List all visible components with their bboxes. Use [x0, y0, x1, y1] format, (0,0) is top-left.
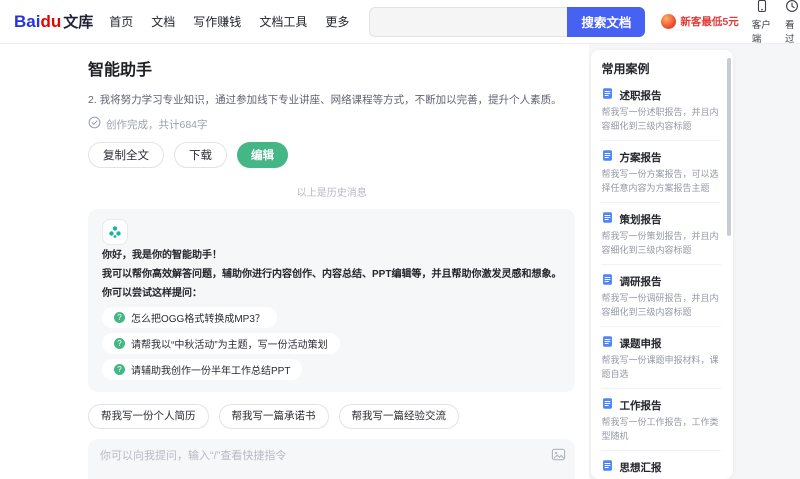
example-prompt[interactable]: ? 请辅助我创作一份半年工作总结PPT	[102, 359, 303, 381]
case-item[interactable]: 策划报告 帮我写一份策划报告，并且内容细化到三级内容标题	[601, 203, 722, 265]
sidebar-scrollbar[interactable]	[727, 58, 732, 236]
case-desc: 帮我写一份策划报告，并且内容细化到三级内容标题	[601, 231, 719, 255]
suggestion-commitment-letter[interactable]: 帮我写一篇承诺书	[218, 404, 329, 430]
doc-icon	[601, 273, 614, 289]
message-input[interactable]	[100, 447, 542, 479]
sidebar-title: 常用案例	[601, 62, 650, 76]
promo-label: 新客最低5元	[680, 16, 739, 28]
case-title: 方案报告	[619, 151, 662, 164]
example-prompt-label: 请帮我以“中秋活动”为主题，写一份活动策划	[131, 340, 328, 352]
history-message: 2. 我将努力学习专业知识，通过参加线下专业讲座、网络课程等方式，不断加以完善，…	[88, 92, 575, 169]
top-nav: Bai du 文库 首页 文档 写作赚钱 文档工具 更多 搜索文档 新客最低5元 客…	[0, 0, 800, 45]
image-upload-icon[interactable]	[551, 447, 566, 462]
suggestion-chips: 帮我写一份个人简历 帮我写一篇承诺书 帮我写一篇经验交流	[88, 404, 575, 430]
case-title: 述职报告	[619, 89, 662, 102]
case-title: 工作报告	[619, 399, 662, 412]
client-label: 客户端	[751, 19, 771, 45]
search-input[interactable]	[369, 6, 568, 37]
example-prompt[interactable]: ? 请帮我以“中秋活动”为主题，写一份活动策划	[102, 333, 340, 355]
doc-icon	[601, 335, 614, 351]
suggestion-resume[interactable]: 帮我写一份个人简历	[88, 404, 209, 430]
nav-item-writing-earn[interactable]: 写作赚钱	[193, 13, 241, 30]
doc-icon	[601, 87, 614, 103]
assistant-panel: 智能助手 2. 我将努力学习专业知识，通过参加线下专业讲座、网络课程等方式，不断…	[0, 44, 590, 479]
question-dot-icon: ?	[114, 312, 125, 324]
assistant-avatar	[102, 219, 128, 246]
nav-item-docs[interactable]: 文档	[151, 13, 175, 30]
main-area: 智能助手 2. 我将努力学习专业知识，通过参加线下专业讲座、网络课程等方式，不断…	[0, 44, 800, 479]
completion-status: 创作完成，共计684字	[88, 116, 575, 132]
completion-status-text: 创作完成，共计684字	[106, 118, 208, 131]
greeting-line-3: 你可以尝试这样提问：	[102, 288, 202, 300]
new-customer-promo[interactable]: 新客最低5元	[661, 14, 739, 29]
logo-wenku: 文库	[63, 14, 94, 31]
case-desc: 帮我写一份述职报告，并且内容细化到三级内容标题	[601, 107, 719, 131]
doc-icon	[601, 459, 614, 475]
case-title: 调研报告	[619, 275, 662, 288]
logo-bai: Bai	[14, 12, 41, 31]
case-desc: 帮我写一份方案报告，可以选择任意内容为方案报告主题	[601, 169, 719, 193]
check-circle-icon	[88, 116, 101, 132]
doc-icon	[601, 211, 614, 227]
history-message-text: 2. 我将努力学习专业知识，通过参加线下专业讲座、网络课程等方式，不断加以完善，…	[88, 94, 562, 106]
common-cases-sidebar: 常用案例 述职报告 帮我写一份述职报告，并且内容细化到三级内容标题 方案报告 帮…	[591, 50, 734, 479]
example-prompt[interactable]: ? 怎么把OGG格式转换成MP3？	[102, 307, 277, 329]
case-item[interactable]: 工作报告 帮我写一份工作报告，工作类型随机	[601, 389, 722, 451]
example-prompt-label: 请辅助我创作一份半年工作总结PPT	[131, 366, 291, 378]
client-entry[interactable]: 客户端	[752, 0, 772, 45]
case-item[interactable]: 方案报告 帮我写一份方案报告，可以选择任意内容为方案报告主题	[601, 141, 722, 203]
nav-item-more[interactable]: 更多	[325, 13, 349, 30]
case-desc: 帮我写一份调研报告，并且内容细化到三级内容标题	[601, 293, 719, 317]
case-item[interactable]: 述职报告 帮我写一份述职报告，并且内容细化到三级内容标题	[601, 79, 722, 141]
copy-full-text-button[interactable]: 复制全文	[88, 142, 164, 169]
case-item[interactable]: 调研报告 帮我写一份调研报告，并且内容细化到三级内容标题	[601, 265, 722, 327]
case-title: 策划报告	[619, 213, 662, 226]
question-dot-icon: ?	[114, 338, 125, 350]
header-right: 新客最低5元 客户端 看过	[661, 0, 800, 45]
edit-button[interactable]: 编辑	[237, 142, 288, 169]
doc-icon	[601, 149, 614, 165]
message-input-box: 0/400	[88, 439, 576, 479]
case-title: 课题申报	[619, 337, 662, 350]
nav-item-doc-tools[interactable]: 文档工具	[259, 13, 307, 30]
viewed-entry[interactable]: 看过	[785, 0, 799, 45]
viewed-label: 看过	[785, 19, 795, 45]
case-title: 思想汇报	[619, 461, 662, 474]
case-desc: 帮我写一份课题申报材料，课题自选	[601, 355, 719, 379]
logo-du: du	[40, 12, 62, 31]
greeting-line-2: 我可以帮你高效解答问题，辅助你进行内容创作、内容总结、PPT编辑等，并且帮助你激…	[102, 269, 562, 281]
message-actions: 复制全文 下载 编辑	[88, 142, 575, 169]
nav-item-home[interactable]: 首页	[109, 13, 133, 30]
doc-icon	[601, 397, 614, 413]
phone-icon	[755, 0, 769, 16]
question-dot-icon: ?	[114, 364, 125, 376]
greeting-line-1: 你好，我是你的智能助手！	[102, 250, 222, 262]
search-button[interactable]: 搜索文档	[567, 6, 646, 37]
assistant-greeting-card: 你好，我是你的智能助手！ 我可以帮你高效解答问题，辅助你进行内容创作、内容总结、…	[88, 209, 576, 393]
suggestion-experience-exchange[interactable]: 帮我写一篇经验交流	[338, 404, 459, 430]
main-nav: 首页 文档 写作赚钱 文档工具 更多	[109, 13, 349, 30]
promo-mascot-icon	[661, 14, 677, 29]
search-bar: 搜索文档	[369, 6, 646, 37]
example-prompt-label: 怎么把OGG格式转换成MP3？	[131, 314, 265, 326]
clock-icon	[785, 0, 799, 16]
baidu-wenku-logo[interactable]: Bai du 文库	[14, 11, 93, 32]
case-item[interactable]: 课题申报 帮我写一份课题申报材料，课题自选	[601, 327, 722, 389]
page-title: 智能助手	[88, 62, 153, 79]
case-item[interactable]: 思想汇报 帮我写一份思想汇报	[601, 451, 721, 479]
history-divider: 以上是历史消息	[296, 188, 367, 200]
download-button[interactable]: 下载	[174, 142, 227, 169]
assistant-logo-icon	[109, 226, 121, 239]
case-desc: 帮我写一份工作报告，工作类型随机	[601, 417, 719, 441]
